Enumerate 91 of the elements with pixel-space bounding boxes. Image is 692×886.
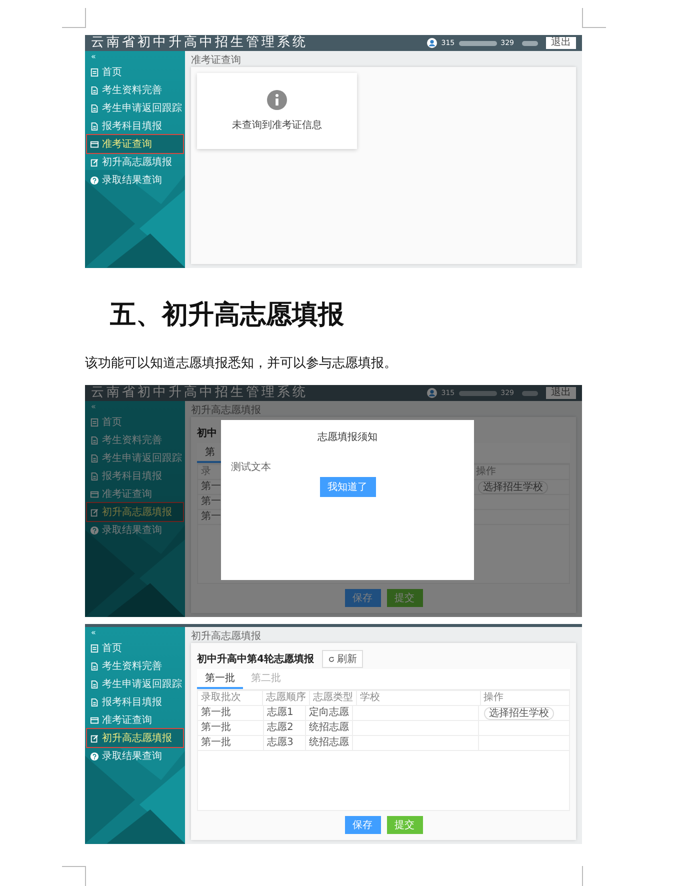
home-page-icon: [90, 418, 99, 426]
sidebar-item[interactable]: 首页: [87, 63, 183, 81]
help-icon: [90, 752, 99, 760]
user-avatar-icon: [427, 388, 438, 398]
breadcrumb: 初升高志愿填报: [191, 404, 261, 417]
edit-icon: [90, 158, 99, 166]
collapse-button[interactable]: «: [85, 627, 96, 639]
sidebar-item[interactable]: 考生资料完善: [87, 431, 183, 449]
submit-button[interactable]: 提交: [386, 589, 422, 607]
logout-button[interactable]: 退出: [546, 37, 576, 49]
document-icon: [90, 122, 99, 130]
column-header: 学校: [356, 691, 481, 705]
document-icon: [90, 454, 99, 462]
system-title: 云南省初中升高中招生管理系统: [91, 385, 309, 401]
sidebar-item[interactable]: 初升高志愿填报: [87, 729, 183, 747]
table-cell: 志愿3: [264, 736, 306, 750]
sidebar-item[interactable]: 报考科目填报: [87, 467, 183, 485]
document-icon: [90, 680, 99, 688]
table-cell: 统招志愿: [306, 736, 353, 750]
document-icon: [90, 86, 99, 94]
table-cell: 第一批: [198, 736, 264, 750]
collapse-button[interactable]: «: [85, 51, 96, 63]
table-cell: 志愿1: [264, 706, 306, 720]
redaction-mark: [458, 390, 497, 396]
save-button[interactable]: 保存: [344, 816, 380, 834]
document-icon: [90, 436, 99, 444]
select-school-button[interactable]: 选择招生学校: [478, 480, 548, 494]
column-header: 操作: [475, 465, 497, 479]
document-icon: [90, 472, 99, 480]
sidebar-item[interactable]: 录取结果查询: [87, 171, 183, 189]
table-cell: 统招志愿: [306, 721, 353, 735]
select-school-button[interactable]: 选择招生学校: [484, 706, 554, 720]
description-text: 该功能可以知道志愿填报悉知，并可以参与志愿填报。: [85, 355, 397, 373]
sidebar-item[interactable]: 考生申请返回跟踪: [87, 449, 183, 467]
form-title: 初中升高中第4轮志愿填报: [197, 652, 314, 666]
collapse-button[interactable]: «: [85, 401, 96, 413]
sidebar-item[interactable]: 准考证查询: [87, 485, 183, 503]
edit-icon: [90, 508, 99, 516]
breadcrumb: 准考证查询: [191, 54, 241, 67]
breadcrumb: 初升高志愿填报: [191, 630, 261, 643]
sidebar-item[interactable]: 考生资料完善: [87, 657, 183, 675]
column-header: 操作: [482, 691, 505, 705]
submit-button[interactable]: 提交: [386, 816, 422, 834]
dialog-title: 志愿填报须知: [318, 430, 378, 444]
refresh-button[interactable]: 刷新: [322, 650, 363, 668]
edit-icon: [90, 734, 99, 742]
sidebar-item[interactable]: 报考科目填报: [87, 117, 183, 135]
notice-message: 未查询到准考证信息: [232, 118, 322, 132]
home-page-icon: [90, 644, 99, 652]
help-icon: [90, 526, 99, 534]
redaction-mark: [522, 40, 538, 46]
confirm-button[interactable]: 我知道了: [320, 477, 376, 497]
redaction-mark: [458, 40, 497, 46]
column-header: 志愿顺序: [262, 691, 310, 705]
column-header: 录取批次: [198, 691, 263, 705]
card-icon: [90, 490, 99, 498]
system-title: 云南省初中升高中招生管理系统: [91, 35, 309, 51]
sidebar-item[interactable]: 首页: [87, 639, 183, 657]
sidebar-item[interactable]: 录取结果查询: [87, 521, 183, 539]
dialog-text: 测试文本: [231, 460, 271, 474]
sidebar-item[interactable]: 首页: [87, 413, 183, 431]
document-icon: [90, 698, 99, 706]
table-cell: 定向志愿: [306, 706, 353, 720]
sidebar-item[interactable]: 考生资料完善: [87, 81, 183, 99]
redaction-mark: [522, 390, 538, 396]
info-icon: [267, 90, 287, 110]
table-cell: 志愿2: [264, 721, 306, 735]
refresh-icon: [328, 656, 335, 662]
form-title: 初中: [197, 426, 217, 440]
help-icon: [90, 176, 99, 184]
save-button[interactable]: 保存: [344, 589, 380, 607]
home-page-icon: [90, 68, 99, 76]
table-cell: 第一批: [198, 706, 264, 720]
sidebar-item[interactable]: 准考证查询: [87, 711, 183, 729]
tab[interactable]: 第二批: [243, 669, 289, 689]
sidebar-item[interactable]: 初升高志愿填报: [87, 503, 183, 521]
user-avatar-icon: [427, 38, 438, 48]
card-icon: [90, 716, 99, 724]
logout-button[interactable]: 退出: [546, 387, 576, 399]
document-icon: [90, 662, 99, 670]
sidebar-item[interactable]: 初升高志愿填报: [87, 153, 183, 171]
card-icon: [90, 140, 99, 148]
sidebar-item[interactable]: 考生申请返回跟踪: [87, 675, 183, 693]
section-heading: 五、初升高志愿填报: [110, 299, 344, 331]
document-icon: [90, 104, 99, 112]
column-header: 志愿类型: [310, 691, 357, 705]
sidebar-item[interactable]: 准考证查询: [87, 135, 183, 153]
sidebar-item[interactable]: 报考科目填报: [87, 693, 183, 711]
sidebar-item[interactable]: 录取结果查询: [87, 747, 183, 765]
table-cell: 第一批: [198, 721, 264, 735]
sidebar-item[interactable]: 考生申请返回跟踪: [87, 99, 183, 117]
